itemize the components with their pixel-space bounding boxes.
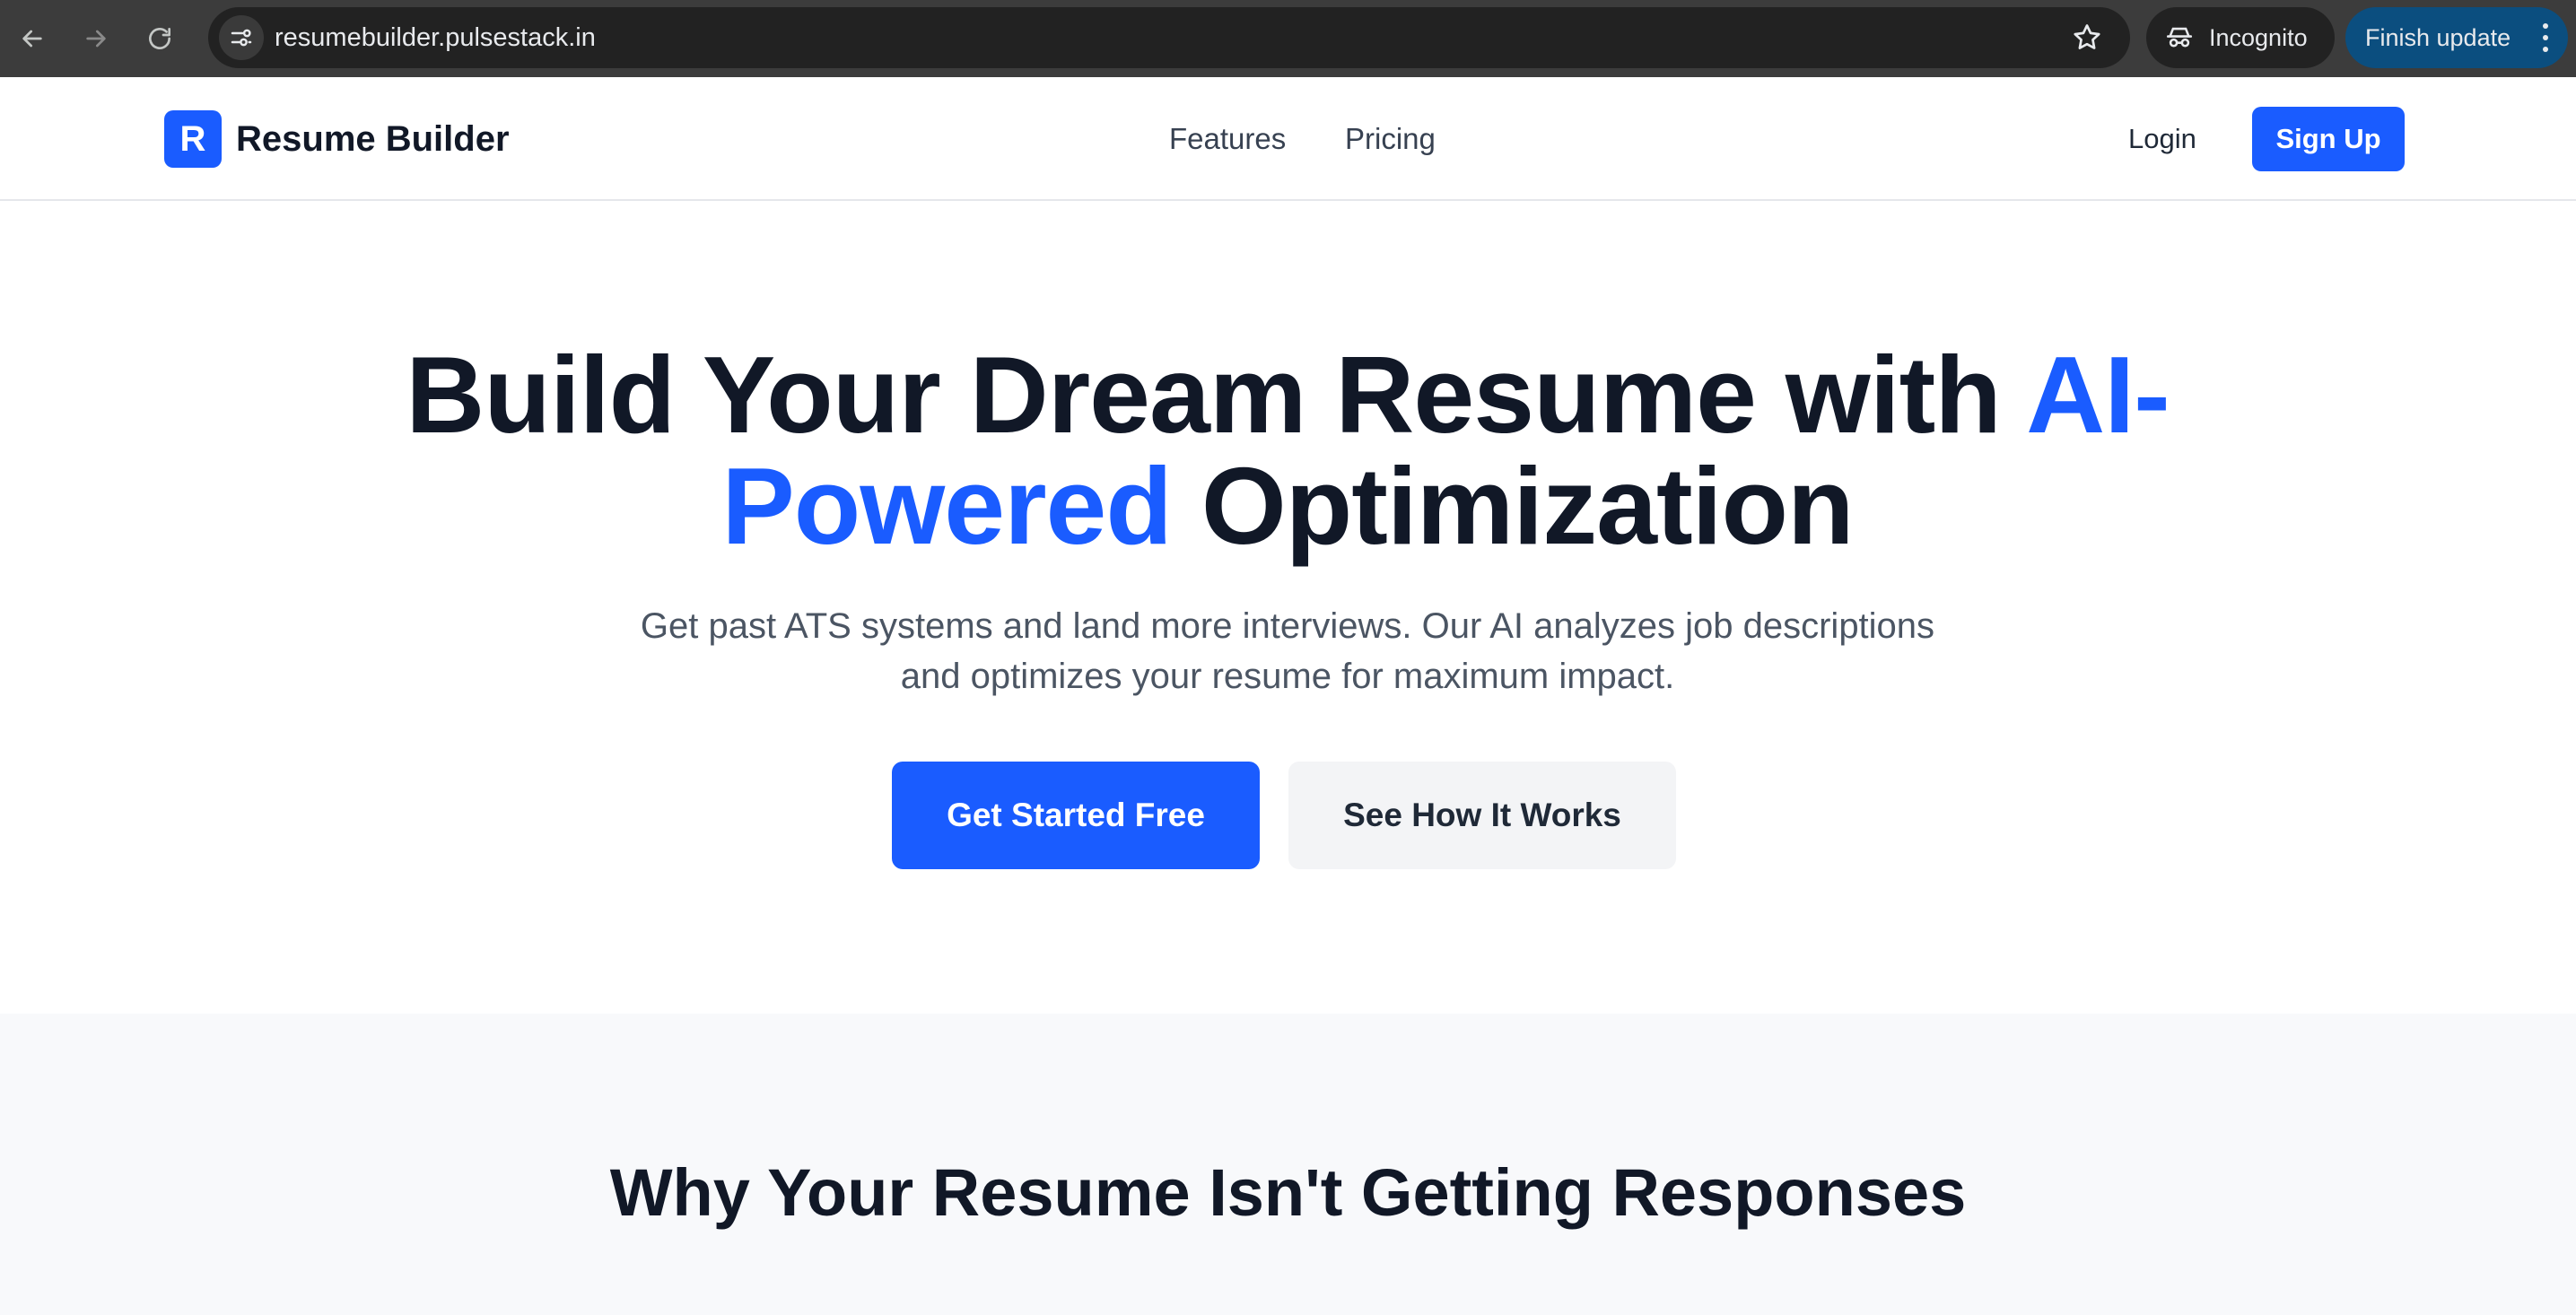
kebab-menu-icon[interactable] xyxy=(2541,23,2550,52)
hero-title-part2: Optimization xyxy=(1171,445,1855,567)
hero-subtitle: Get past ATS systems and land more inter… xyxy=(525,601,2050,701)
back-arrow-icon xyxy=(22,30,42,48)
hero-title: Build Your Dream Resume with AI- Powered … xyxy=(211,339,2364,562)
problem-title: Why Your Resume Isn't Getting Responses xyxy=(609,1155,1967,1230)
incognito-label: Incognito xyxy=(2209,23,2308,51)
url-text[interactable]: resumebuilder.pulsestack.in xyxy=(275,7,596,68)
reload-button[interactable] xyxy=(138,17,181,60)
incognito-indicator[interactable]: Incognito xyxy=(2146,7,2335,68)
address-bar[interactable]: resumebuilder.pulsestack.in xyxy=(208,7,2130,68)
problem-section: Why Your Resume Isn't Getting Responses xyxy=(0,1014,2576,1315)
back-button[interactable] xyxy=(11,17,54,60)
hero-title-highlight-a: AI- xyxy=(2026,334,2170,456)
site-info-button[interactable] xyxy=(219,15,264,60)
forward-arrow-icon xyxy=(86,30,106,48)
hero-subtitle-line1: Get past ATS systems and land more inter… xyxy=(640,606,1935,646)
hero-subtitle-line2: and optimizes your resume for maximum im… xyxy=(900,657,1675,696)
nav-link-features[interactable]: Features xyxy=(1169,110,1286,168)
signup-button[interactable]: Sign Up xyxy=(2252,107,2405,171)
site-header: R Resume Builder Features Pricing Login … xyxy=(0,77,2576,201)
finish-update-button[interactable]: Finish update xyxy=(2345,7,2568,68)
site-info-icon xyxy=(231,29,252,47)
logo-icon[interactable]: R xyxy=(164,110,222,168)
get-started-button[interactable]: Get Started Free xyxy=(892,762,1260,869)
see-how-it-works-button[interactable]: See How It Works xyxy=(1288,762,1676,869)
hero-title-part1: Build Your Dream Resume with xyxy=(406,334,2027,456)
forward-button[interactable] xyxy=(74,17,118,60)
hero-title-highlight-b: Powered xyxy=(721,445,1172,567)
reload-icon xyxy=(149,28,170,49)
logo-text[interactable]: Resume Builder xyxy=(236,110,510,168)
incognito-icon xyxy=(2166,27,2193,48)
star-icon[interactable] xyxy=(2071,22,2103,54)
finish-update-label: Finish update xyxy=(2365,23,2511,51)
browser-toolbar: resumebuilder.pulsestack.in Incognito Fi… xyxy=(0,0,2576,77)
login-link[interactable]: Login xyxy=(2128,110,2196,168)
nav-link-pricing[interactable]: Pricing xyxy=(1345,110,1436,168)
